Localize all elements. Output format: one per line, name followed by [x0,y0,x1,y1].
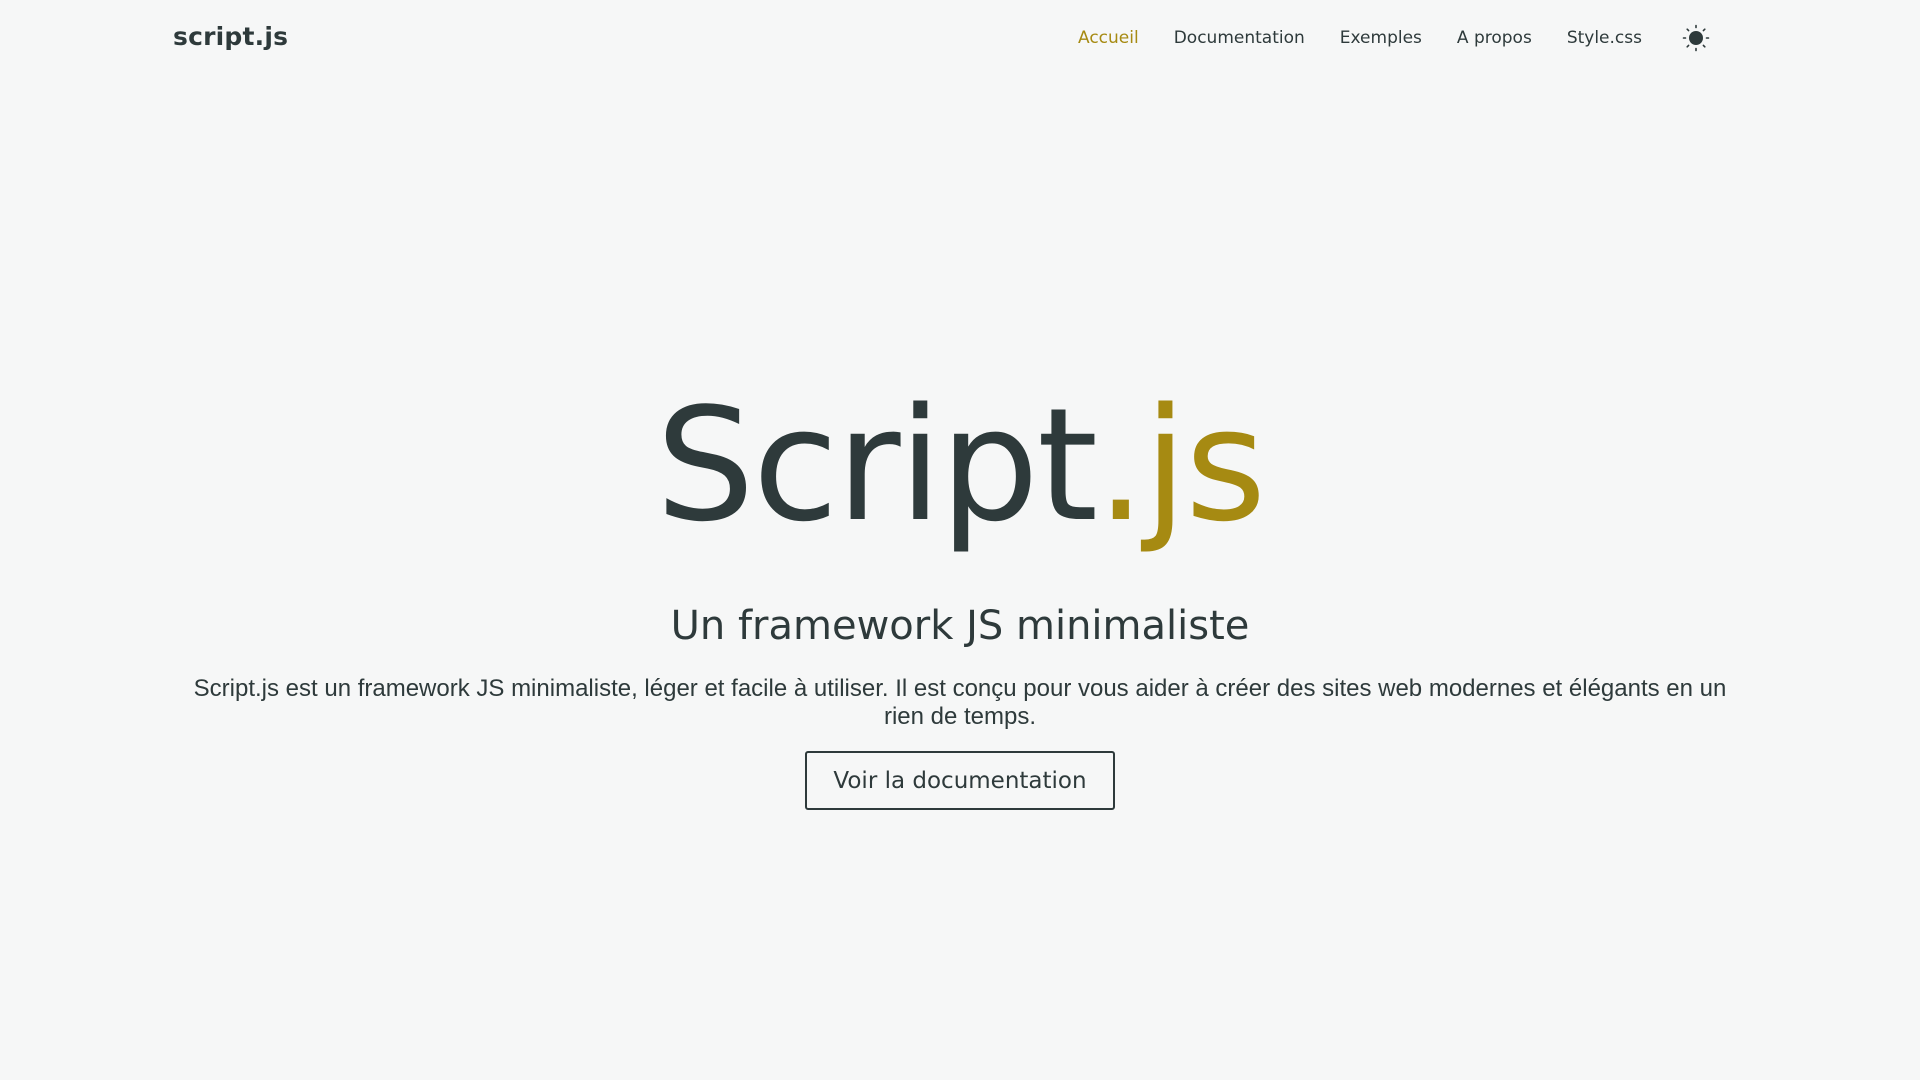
nav-item-style-css: Style.css [1567,28,1642,48]
nav-item-exemples: Exemples [1340,28,1422,48]
nav-link-exemples[interactable]: Exemples [1340,28,1422,48]
nav-link-documentation[interactable]: Documentation [1174,28,1305,48]
view-documentation-button[interactable]: Voir la documentation [805,751,1115,810]
nav-item-accueil: Accueil [1078,28,1139,48]
hero-subtitle: Un framework JS minimaliste [670,603,1250,649]
hero-description: Script.js est un framework JS minimalist… [193,675,1727,730]
hero-title: Script.js [0,375,1920,555]
theme-toggle-button[interactable] [1682,24,1710,52]
nav-link-style-css[interactable]: Style.css [1567,28,1642,48]
hero-title-main: Script [655,374,1098,556]
nav-item-documentation: Documentation [1174,28,1305,48]
hero-title-accent: .js [1096,374,1266,556]
nav-links: Accueil Documentation Exemples A propos … [1078,28,1642,48]
nav-item-a-propos: A propos [1457,28,1532,48]
navbar: script.js Accueil Documentation Exemples… [0,0,1920,78]
brand-logo[interactable]: script.js [173,22,288,51]
nav-link-a-propos[interactable]: A propos [1457,28,1532,48]
nav-link-accueil[interactable]: Accueil [1078,28,1139,48]
sun-icon [1682,24,1710,52]
